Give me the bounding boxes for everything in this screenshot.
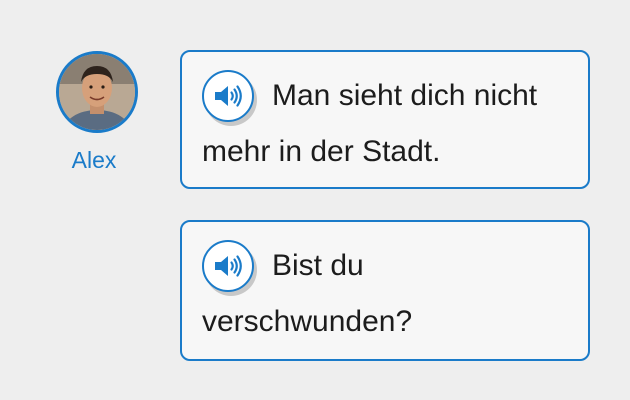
speaker-block: Alex [56,51,144,174]
play-audio-button[interactable] [202,240,254,292]
play-audio-button[interactable] [202,70,254,122]
message-bubble: Bist du verschwunden? [180,220,590,361]
speaker-icon [215,255,242,277]
speaker-icon [215,85,242,107]
avatar [56,51,138,133]
speaker-name: Alex [71,147,117,173]
message-bubble: Man sieht dich nicht mehr in der Stadt. [180,50,590,189]
